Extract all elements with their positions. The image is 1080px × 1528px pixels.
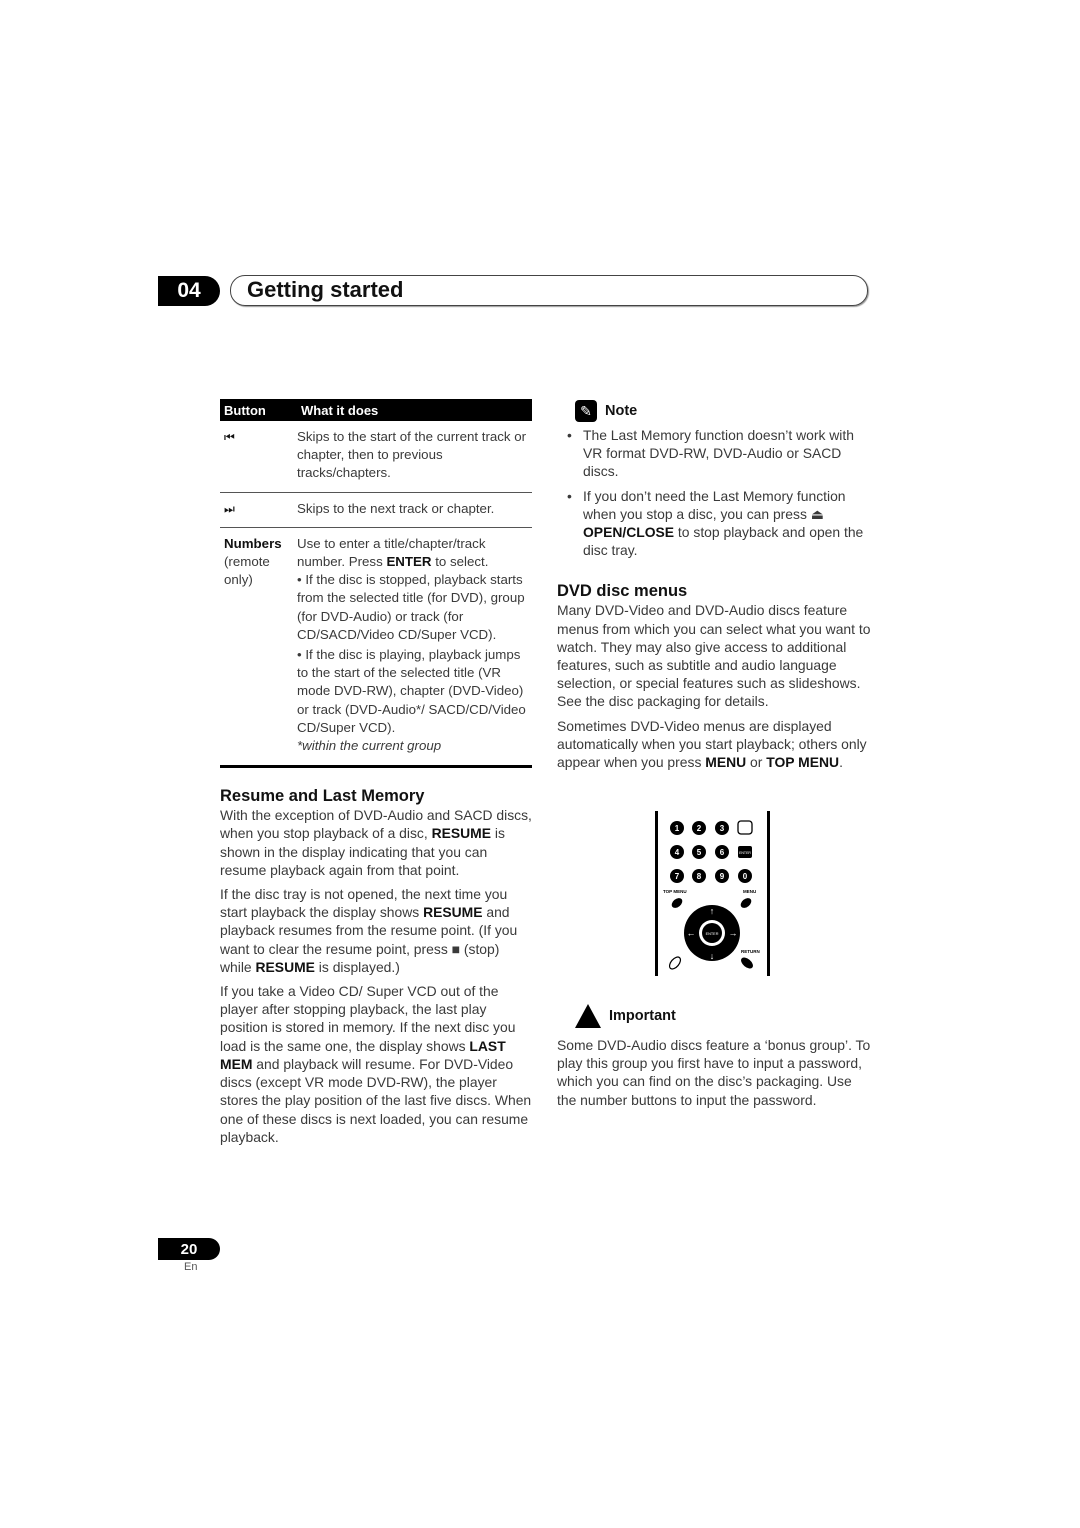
number-key-label: 3 — [720, 824, 725, 833]
bullet-playing: • If the disc is playing, playback jumps… — [297, 647, 526, 735]
numbers-label: Numbers — [224, 535, 282, 551]
list-item: The Last Memory function doesn’t work wi… — [557, 426, 872, 481]
header-button: Button — [224, 402, 266, 418]
table-row: ⏭ Skips to the next track or chapter. — [220, 493, 532, 528]
dvd-menus-paragraph-1: Many DVD-Video and DVD-Audio discs featu… — [557, 602, 871, 710]
left-column: Button What it does ⏮ Skips to the start… — [220, 399, 532, 1152]
menu-label: MENU — [743, 889, 756, 894]
return-key — [741, 957, 753, 969]
number-key-label: 5 — [697, 848, 702, 857]
arrow-left-icon: ← — [687, 928, 696, 938]
row-description-end: to select. — [431, 554, 489, 570]
resume-paragraph-1: With the exception of DVD-Audio and SACD… — [220, 807, 532, 878]
number-key-label: 7 — [675, 872, 680, 881]
button-table-header: Button What it does — [220, 399, 532, 421]
note-list: The Last Memory function doesn’t work wi… — [557, 426, 872, 559]
enter-label: ENTER — [706, 932, 719, 936]
enter-keyword: ENTER — [386, 554, 432, 570]
chapter-title-box: Getting started — [230, 275, 868, 306]
resume-paragraph-2: If the disc tray is not opened, the next… — [220, 886, 518, 975]
language-code: En — [184, 1261, 198, 1273]
important-heading: Important — [557, 1004, 676, 1028]
number-key-label: 2 — [697, 824, 702, 833]
number-key-label: 9 — [720, 872, 725, 881]
number-key-label: 1 — [675, 824, 680, 833]
top-menu-key — [671, 898, 683, 908]
header-what-it-does: What it does — [301, 402, 379, 418]
important-label: Important — [609, 1008, 676, 1024]
note-heading: ✎ Note — [575, 400, 872, 422]
enter-small-label: ENTER — [739, 851, 751, 855]
number-key-label: 6 — [720, 848, 725, 857]
right-column: ✎ Note The Last Memory function doesn’t … — [557, 400, 872, 777]
bullet-stopped: • If the disc is stopped, playback start… — [297, 572, 525, 642]
arrow-down-icon: ↓ — [710, 951, 715, 961]
row-description: Skips to the start of the current track … — [297, 429, 527, 481]
footnote: *within the current group — [297, 738, 442, 754]
blank-key — [737, 820, 753, 835]
skip-next-icon: ⏭ — [224, 501, 235, 516]
outline-key — [668, 956, 682, 970]
dvd-menus-paragraph-2: Sometimes DVD-Video menus are displayed … — [557, 717, 867, 771]
warning-hand-icon — [575, 1004, 601, 1028]
arrow-right-icon: → — [729, 928, 738, 938]
important-text: Some DVD-Audio discs feature a ‘bonus gr… — [557, 1037, 871, 1108]
numbers-sublabel: (remote only) — [224, 554, 270, 588]
skip-previous-icon: ⏮ — [224, 430, 235, 444]
dvd-menus-heading: DVD disc menus — [557, 582, 688, 601]
remote-control-illustration: 1 2 3 4 5 6 7 8 9 0 ENTER TOP MENU MENU ENTER ↑ ↓… — [655, 811, 770, 976]
note-label: Note — [605, 403, 638, 419]
chapter-number: 04 — [158, 276, 220, 306]
return-label: RETURN — [741, 949, 760, 954]
table-row: Numbers (remote only) Use to enter a tit… — [220, 528, 532, 769]
page-number: 20 — [158, 1238, 220, 1260]
number-key-label: 4 — [675, 848, 680, 857]
number-key-label: 0 — [743, 872, 748, 881]
resume-paragraph-3: If you take a Video CD/ Super VCD out of… — [220, 983, 532, 1145]
number-key-label: 8 — [697, 872, 702, 881]
pencil-icon: ✎ — [575, 400, 597, 422]
row-description: Skips to the next track or chapter. — [297, 500, 495, 516]
top-menu-label: TOP MENU — [663, 889, 687, 894]
arrow-up-icon: ↑ — [710, 906, 715, 916]
menu-key — [740, 898, 752, 908]
table-row: ⏮ Skips to the start of the current trac… — [220, 421, 532, 493]
resume-heading: Resume and Last Memory — [220, 787, 425, 806]
list-item: If you don’t need the Last Memory functi… — [557, 487, 872, 560]
chapter-title: Getting started — [247, 277, 404, 302]
